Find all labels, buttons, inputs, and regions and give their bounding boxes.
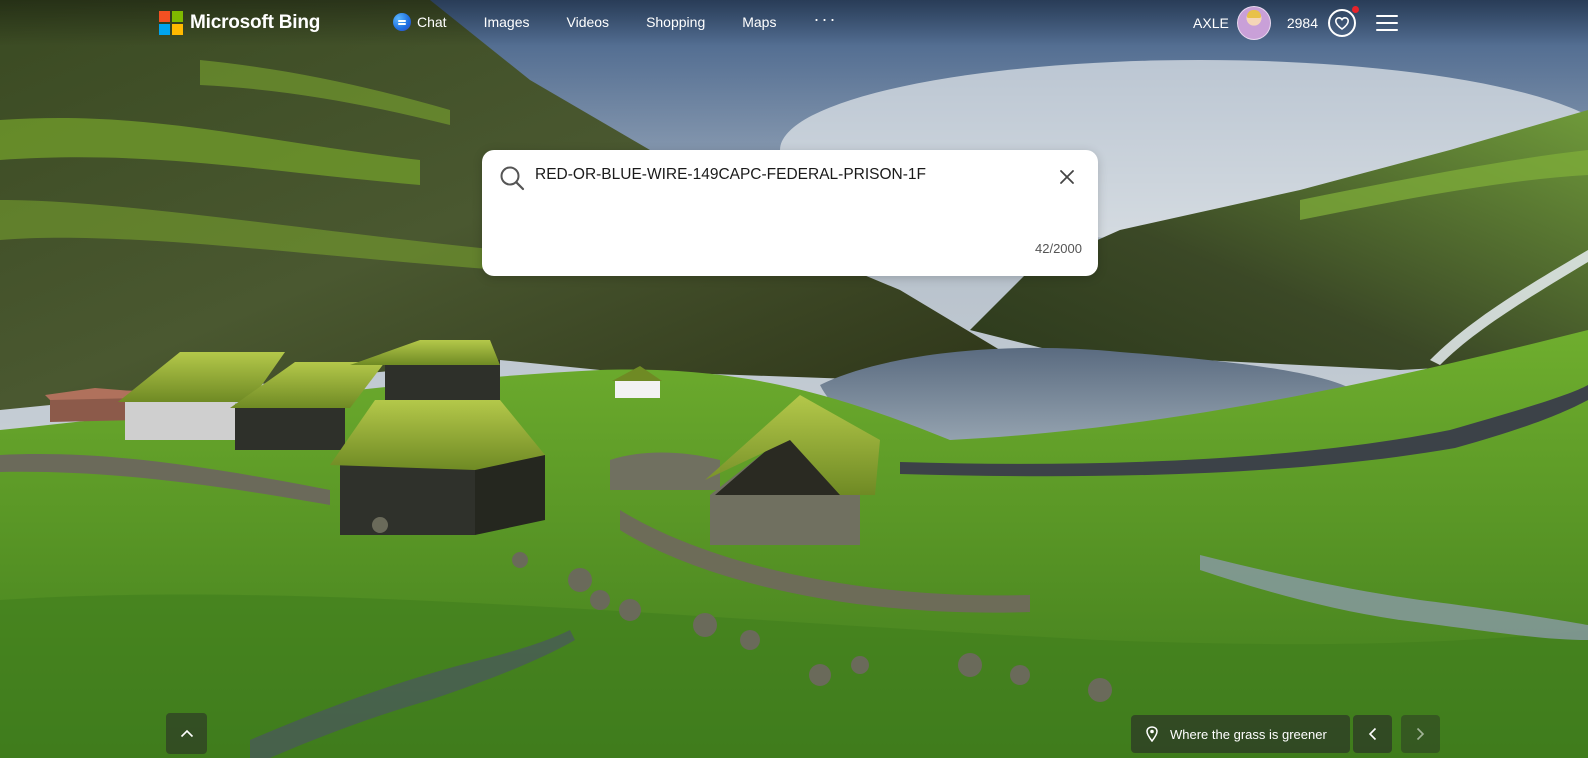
chat-icon [393, 13, 411, 31]
logo-square-yellow [172, 24, 183, 35]
nav-shopping-label: Shopping [646, 14, 706, 30]
nav-videos-label: Videos [566, 14, 610, 30]
brand-name: Microsoft Bing [190, 12, 321, 33]
nav-chat[interactable]: Chat [393, 13, 447, 31]
top-navigation-bar: Microsoft Bing Chat Images Videos Shoppi… [0, 0, 1588, 46]
image-caption: Where the grass is greener [1170, 726, 1327, 742]
hamburger-line [1376, 15, 1398, 17]
heart-icon [1335, 16, 1349, 30]
background-image [0, 0, 1588, 758]
avatar[interactable] [1236, 6, 1271, 40]
nav-images[interactable]: Images [484, 14, 530, 30]
image-info-button[interactable]: Where the grass is greener [1131, 715, 1350, 753]
nav-more-button[interactable]: ··· [813, 9, 837, 30]
location-pin-icon [1146, 726, 1158, 742]
scroll-up-button[interactable] [166, 713, 207, 754]
logo-square-red [159, 11, 170, 22]
close-icon[interactable] [1058, 168, 1076, 186]
hamburger-line [1376, 29, 1398, 31]
search-input[interactable] [535, 166, 1045, 184]
hamburger-line [1376, 22, 1398, 24]
nav-chat-label: Chat [417, 14, 447, 30]
nav-maps[interactable]: Maps [742, 14, 776, 30]
chevron-left-icon [1368, 727, 1377, 741]
main-nav: Chat Images Videos Shopping Maps ··· [393, 9, 874, 31]
previous-image-button[interactable] [1353, 715, 1392, 753]
hamburger-icon[interactable] [1376, 15, 1398, 31]
next-image-button[interactable] [1401, 715, 1440, 753]
nav-images-label: Images [483, 14, 530, 30]
nav-maps-label: Maps [742, 14, 777, 30]
character-counter: 42/2000 [1035, 241, 1082, 256]
nav-videos[interactable]: Videos [567, 14, 610, 30]
rewards-points[interactable]: 2984 [1287, 15, 1318, 31]
logo-square-green [172, 11, 183, 22]
username[interactable]: AXLE [1193, 15, 1229, 31]
rewards-button[interactable] [1328, 6, 1359, 37]
chevron-up-icon [180, 729, 193, 738]
account-area: AXLE 2984 [1193, 6, 1398, 40]
microsoft-logo-icon [159, 11, 183, 35]
search-icon[interactable] [499, 165, 525, 191]
chevron-right-icon [1416, 727, 1425, 741]
bing-logo[interactable]: Microsoft Bing [159, 9, 320, 37]
logo-square-blue [159, 24, 170, 35]
search-box: 42/2000 [482, 150, 1098, 276]
nav-shopping[interactable]: Shopping [646, 14, 705, 30]
